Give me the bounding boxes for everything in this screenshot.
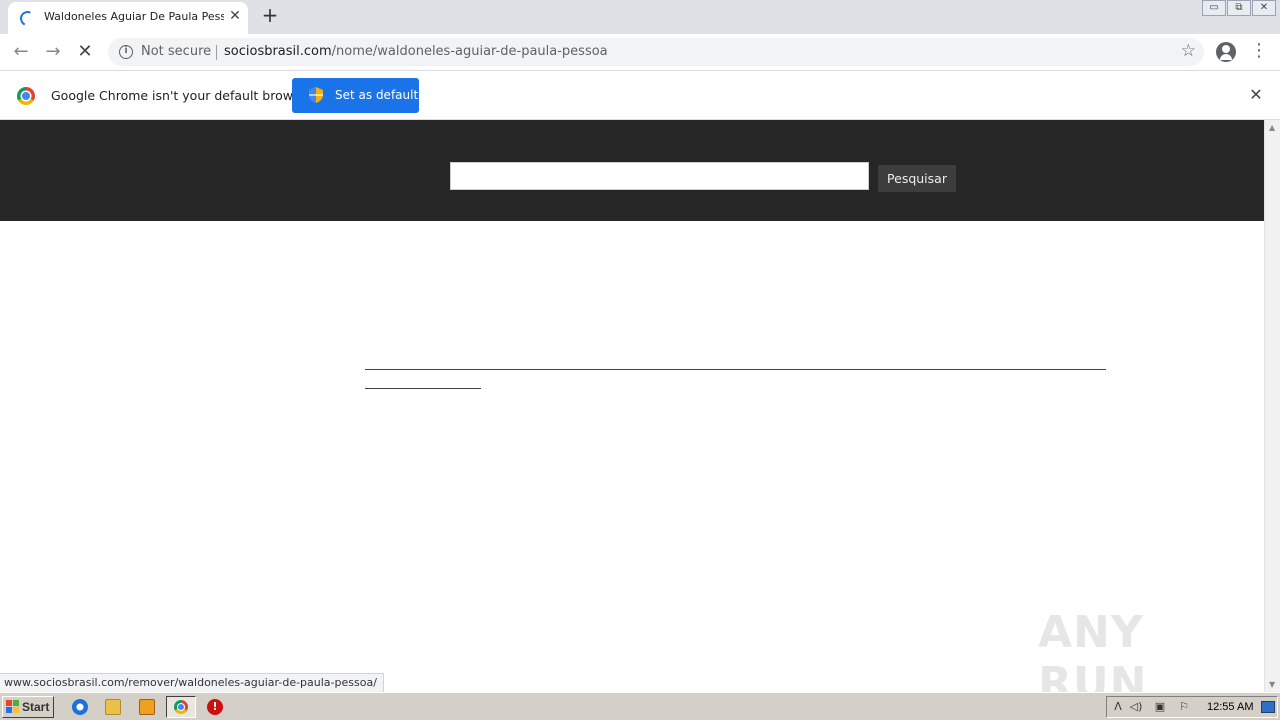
- window-controls: ▭ ⧉ ✕: [1201, 0, 1276, 18]
- profile-avatar-icon[interactable]: [1216, 42, 1236, 62]
- start-label: Start: [22, 700, 50, 714]
- loading-spinner-icon: [17, 8, 38, 29]
- tray-expand-icon[interactable]: ᐱ: [1111, 700, 1125, 714]
- set-as-default-label: Set as default: [335, 88, 419, 102]
- page-content: Pesquisar ANY RUN: [0, 120, 1264, 709]
- search-button[interactable]: Pesquisar: [878, 165, 956, 192]
- shield-icon: [309, 87, 323, 103]
- url-path: /nome/waldoneles-aguiar-de-paula-pessoa: [331, 44, 608, 59]
- chrome-logo-icon: [17, 87, 35, 105]
- restore-icon[interactable]: ⧉: [1227, 0, 1251, 16]
- volume-icon[interactable]: ◁): [1129, 700, 1143, 714]
- windows-taskbar: Start ! ᐱ ◁) ▣ ⚐ 12:55 AM: [0, 692, 1280, 720]
- omnibox-separator: [216, 45, 217, 60]
- bookmark-star-icon[interactable]: ☆: [1181, 41, 1196, 61]
- action-center-flag-icon[interactable]: ⚐: [1177, 700, 1191, 714]
- link-status-bubble: www.sociosbrasil.com/remover/waldoneles-…: [0, 673, 384, 692]
- infobar-message: Google Chrome isn't your default browser: [51, 88, 313, 103]
- system-clock[interactable]: 12:55 AM: [1207, 701, 1253, 713]
- page-scrollbar[interactable]: ▲ ▼: [1264, 120, 1280, 692]
- chrome-icon: [174, 700, 188, 714]
- media-player-icon[interactable]: [139, 699, 155, 715]
- content-divider-short: [365, 388, 481, 389]
- set-as-default-button[interactable]: Set as default: [292, 78, 419, 113]
- address-bar[interactable]: i Not secure sociosbrasil.com/nome/waldo…: [108, 38, 1204, 66]
- infobar-close-icon[interactable]: ✕: [1247, 86, 1265, 104]
- windows-flag-icon: [6, 700, 19, 713]
- stop-loading-icon[interactable]: ✕: [73, 41, 97, 65]
- stop-sign-icon[interactable]: !: [207, 699, 223, 715]
- show-desktop-icon[interactable]: [1261, 701, 1275, 713]
- content-divider: [365, 369, 1106, 370]
- tab-close-icon[interactable]: ✕: [226, 7, 244, 25]
- forward-icon[interactable]: →: [41, 41, 65, 65]
- site-header: Pesquisar: [0, 120, 1264, 221]
- browser-toolbar: ← → ✕ i Not secure sociosbrasil.com/nome…: [0, 34, 1280, 71]
- network-icon[interactable]: ▣: [1153, 700, 1167, 714]
- url-text[interactable]: sociosbrasil.com/nome/waldoneles-aguiar-…: [224, 44, 608, 59]
- scroll-up-icon[interactable]: ▲: [1269, 123, 1275, 132]
- browser-tab[interactable]: Waldoneles Aguiar De Paula Pessoa ✕: [8, 2, 248, 34]
- new-tab-icon[interactable]: +: [258, 4, 282, 28]
- scroll-down-icon[interactable]: ▼: [1269, 680, 1275, 689]
- window-close-icon[interactable]: ✕: [1252, 0, 1276, 16]
- chrome-taskbar-button[interactable]: [166, 696, 196, 718]
- system-tray: ᐱ ◁) ▣ ⚐ 12:55 AM: [1106, 696, 1278, 718]
- default-browser-infobar: Google Chrome isn't your default browser…: [0, 71, 1280, 120]
- url-host: sociosbrasil.com: [224, 44, 332, 59]
- internet-explorer-icon[interactable]: [72, 699, 88, 715]
- folder-icon[interactable]: [105, 699, 121, 715]
- minimize-icon[interactable]: ▭: [1202, 0, 1226, 16]
- back-icon[interactable]: ←: [9, 41, 33, 65]
- tab-title: Waldoneles Aguiar De Paula Pessoa: [44, 10, 224, 23]
- start-button[interactable]: Start: [2, 696, 54, 718]
- security-label[interactable]: Not secure: [141, 44, 211, 59]
- tab-strip: Waldoneles Aguiar De Paula Pessoa ✕ + ▭ …: [0, 0, 1280, 34]
- search-input[interactable]: [450, 162, 869, 190]
- info-icon[interactable]: i: [119, 45, 133, 59]
- chrome-menu-icon[interactable]: ⋮: [1250, 42, 1268, 62]
